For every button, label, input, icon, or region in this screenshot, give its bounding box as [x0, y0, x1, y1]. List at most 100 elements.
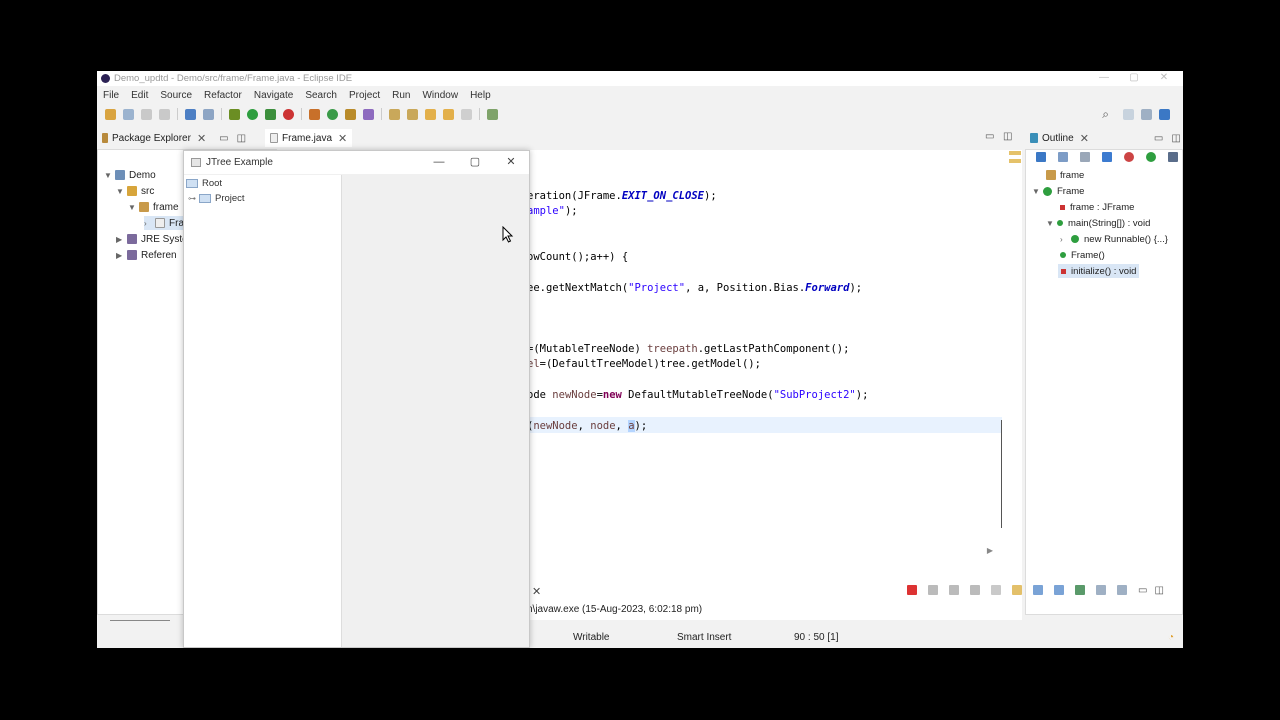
maximize-button[interactable]: ▢: [1119, 71, 1149, 86]
chevron-right-icon[interactable]: ›: [1060, 235, 1068, 244]
tree-item-referenced[interactable]: ▶ Referen: [116, 248, 177, 262]
chevron-down-icon[interactable]: ▼: [1046, 219, 1054, 228]
chevron-down-icon[interactable]: ▼: [1032, 187, 1040, 196]
code-editor[interactable]: eration(JFrame.EXIT_ON_CLOSE); ample"); ow…: [527, 150, 1022, 620]
scroll-lock-icon[interactable]: [991, 585, 1001, 595]
menu-search[interactable]: Search: [305, 90, 337, 101]
menu-source[interactable]: Source: [160, 90, 192, 101]
chevron-down-icon[interactable]: ▼: [128, 203, 136, 212]
code-line[interactable]: ample");: [527, 205, 578, 217]
menu-project[interactable]: Project: [349, 90, 380, 101]
menu-run[interactable]: Run: [392, 90, 410, 101]
menu-navigate[interactable]: Navigate: [254, 90, 293, 101]
terminal-icon[interactable]: [185, 108, 196, 120]
hide-local-types-icon[interactable]: [1146, 152, 1156, 162]
jframe-close-button[interactable]: ✕: [493, 151, 529, 174]
show-on-error-icon[interactable]: [1054, 585, 1064, 595]
menu-help[interactable]: Help: [470, 90, 491, 101]
code-line[interactable]: (newNode, node, a);: [527, 420, 647, 432]
annotation-next-icon[interactable]: [389, 108, 400, 120]
outline-item-main[interactable]: ▼ main(String[]) : void: [1046, 216, 1150, 230]
jframe-maximize-button[interactable]: ▢: [457, 151, 493, 174]
save-all-icon[interactable]: [141, 108, 152, 120]
pin-console-icon[interactable]: [1075, 585, 1085, 595]
ruler-marker[interactable]: [1009, 151, 1021, 155]
tree-item-src[interactable]: ▼ src: [116, 184, 154, 198]
collapse-all-icon[interactable]: [1036, 152, 1046, 162]
open-console-icon[interactable]: [1117, 585, 1127, 595]
maximize-view-icon[interactable]: ◫: [1171, 133, 1180, 144]
print-icon[interactable]: [159, 108, 170, 120]
remove-launch-icon[interactable]: [928, 585, 938, 595]
close-icon[interactable]: ✕: [338, 132, 347, 145]
display-console-icon[interactable]: [1096, 585, 1106, 595]
horizontal-scrollbar[interactable]: ▶: [527, 546, 1017, 558]
chevron-right-icon[interactable]: ▶: [116, 251, 124, 260]
jframe-minimize-button[interactable]: —: [421, 151, 457, 174]
close-icon[interactable]: ✕: [1080, 132, 1089, 145]
jtree[interactable]: Root ⊶ Project: [184, 175, 342, 647]
tree-item-jre[interactable]: ▶ JRE Syste: [116, 232, 188, 246]
tab-frame-java[interactable]: Frame.java ✕: [265, 129, 353, 147]
external-tools-icon[interactable]: [283, 108, 294, 120]
terminate-icon[interactable]: [907, 585, 917, 595]
code-line[interactable]: el=(DefaultTreeModel)tree.getModel();: [527, 358, 761, 370]
jtree-project-node[interactable]: ⊶ Project: [188, 193, 245, 204]
chevron-down-icon[interactable]: ▼: [104, 171, 112, 180]
skip-breakpoints-icon[interactable]: [203, 108, 214, 120]
minimize-view-icon[interactable]: ▭: [1154, 133, 1163, 144]
resource-perspective-icon[interactable]: [1141, 108, 1152, 120]
clear-console-icon[interactable]: [970, 585, 980, 595]
code-line[interactable]: owCount();a++) {: [527, 251, 628, 263]
new-class-icon[interactable]: [327, 108, 338, 120]
menu-edit[interactable]: Edit: [131, 90, 148, 101]
expand-handle-icon[interactable]: ⊶: [188, 194, 196, 203]
chevron-right-icon[interactable]: ▶: [116, 235, 124, 244]
code-line[interactable]: ee.getNextMatch("Project", a, Position.B…: [527, 282, 862, 294]
save-icon[interactable]: [123, 108, 134, 120]
hide-fields-icon[interactable]: [1080, 152, 1090, 162]
close-button[interactable]: ✕: [1149, 71, 1179, 86]
forward-icon[interactable]: [443, 108, 454, 120]
minimize-view-icon[interactable]: ▭: [219, 133, 228, 144]
hide-nonpublic-icon[interactable]: [1124, 152, 1134, 162]
outline-item-constructor[interactable]: Frame(): [1060, 248, 1105, 262]
chevron-right-icon[interactable]: ›: [144, 219, 152, 228]
tab-package-explorer[interactable]: Package Explorer ✕: [97, 129, 211, 147]
close-icon[interactable]: ✕: [197, 132, 206, 145]
show-on-output-icon[interactable]: [1033, 585, 1043, 595]
menu-file[interactable]: File: [103, 90, 119, 101]
maximize-view-icon[interactable]: ◫: [237, 133, 246, 144]
code-line[interactable]: eration(JFrame.EXIT_ON_CLOSE);: [527, 190, 717, 202]
chevron-down-icon[interactable]: ▼: [116, 187, 124, 196]
java-perspective-icon[interactable]: [1159, 108, 1170, 120]
debug-icon[interactable]: [229, 108, 240, 120]
outline-item-class[interactable]: ▼ Frame: [1032, 184, 1084, 198]
annotation-prev-icon[interactable]: [407, 108, 418, 120]
tree-item-demo[interactable]: ▼ Demo: [104, 168, 156, 182]
vertical-scrollbar[interactable]: [1001, 420, 1002, 528]
tree-item-frame-package[interactable]: ▼ frame: [128, 200, 179, 214]
new-icon[interactable]: [105, 108, 116, 120]
code-line[interactable]: =(MutableTreeNode) treepath.getLastPathC…: [527, 343, 849, 355]
menu-refactor[interactable]: Refactor: [204, 90, 242, 101]
scroll-right-icon[interactable]: ▶: [987, 546, 993, 555]
search-tool-icon[interactable]: [363, 108, 374, 120]
maximize-editor-icon[interactable]: ◫: [1003, 131, 1012, 142]
pin-editor-icon[interactable]: [487, 108, 498, 120]
minimize-button[interactable]: —: [1089, 71, 1119, 86]
scrollbar[interactable]: [110, 620, 170, 621]
search-icon[interactable]: ⌕: [1102, 107, 1109, 122]
word-wrap-icon[interactable]: [1012, 585, 1022, 595]
ruler-marker[interactable]: [1009, 159, 1021, 163]
minimize-editor-icon[interactable]: ▭: [985, 131, 994, 142]
run-icon[interactable]: [247, 108, 258, 120]
outline-item-initialize[interactable]: initialize() : void: [1058, 264, 1140, 278]
hide-static-icon[interactable]: [1102, 152, 1112, 162]
maximize-view-icon[interactable]: ◫: [1154, 585, 1163, 596]
minimize-view-icon[interactable]: ▭: [1138, 585, 1147, 596]
remove-all-icon[interactable]: [949, 585, 959, 595]
outline-item-runnable[interactable]: › new Runnable() {...}: [1060, 232, 1168, 246]
tab-outline[interactable]: Outline ✕: [1025, 129, 1094, 147]
forward-disabled-icon[interactable]: [461, 108, 472, 120]
